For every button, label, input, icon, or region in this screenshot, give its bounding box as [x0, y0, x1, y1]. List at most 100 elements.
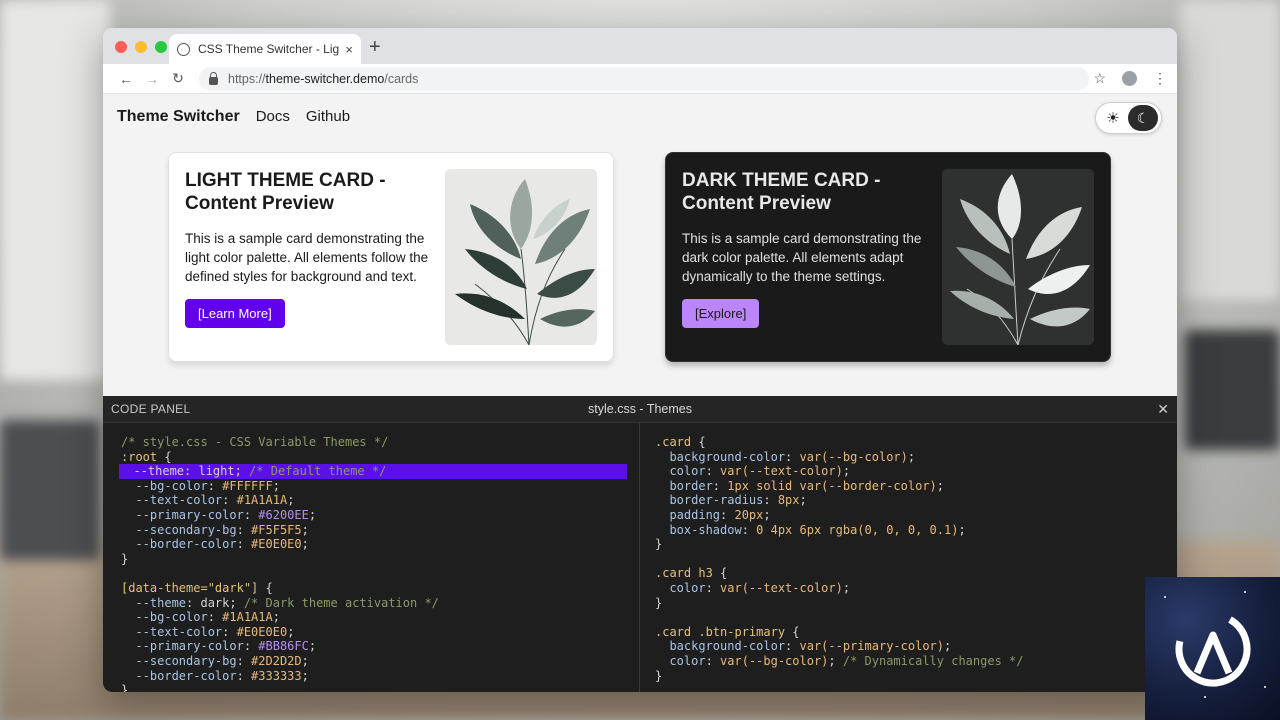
code-line: } — [121, 683, 621, 692]
code-token: :root — [121, 449, 158, 464]
code-line: --bg-color: #FFFFFF; — [121, 479, 621, 494]
code-editor-right[interactable]: .card { background-color: var(--bg-color… — [640, 423, 1177, 692]
address-bar[interactable]: https://theme-switcher.demo/cards — [199, 66, 1089, 91]
code-token: #F5F5F5 — [251, 522, 302, 537]
code-token: : — [705, 653, 721, 668]
code-token: ; — [287, 624, 295, 639]
code-token: ; — [828, 653, 843, 668]
tab-close-icon[interactable]: × — [345, 42, 353, 57]
code-token: color — [655, 464, 706, 479]
code-token: ; — [287, 493, 295, 508]
url-path: /cards — [384, 71, 419, 86]
code-token: : — [712, 478, 728, 493]
forward-arrow-icon[interactable]: → — [139, 71, 165, 87]
code-line: --text-color: #1A1A1A; — [121, 493, 621, 508]
code-token: /* Dynamically changes */ — [842, 653, 1024, 668]
code-token: ; — [301, 537, 309, 552]
code-token: #E0E0E0 — [236, 624, 288, 639]
code-line: --primary-color: #BB86FC; — [121, 639, 621, 654]
light-card-title: LIGHT THEME CARD - Content Preview — [185, 170, 386, 214]
nav-link-github[interactable]: Github — [306, 108, 350, 125]
new-tab-button[interactable]: + — [369, 36, 381, 59]
theme-toggle[interactable]: ☀ ☾ — [1095, 102, 1162, 134]
code-token: --text-color — [121, 493, 223, 508]
code-token: } — [121, 551, 129, 566]
code-token: ; — [308, 507, 317, 522]
code-token: --border-color — [121, 668, 237, 683]
code-token: : — [785, 639, 800, 654]
code-token: 8px — [777, 493, 800, 508]
code-line: } — [655, 669, 1159, 684]
code-token: --secondary-bg — [121, 522, 237, 537]
code-line: --theme: dark; /* Dark theme activation … — [121, 596, 621, 611]
code-line: --secondary-bg: #F5F5F5; — [121, 523, 621, 538]
code-line: --primary-color: #6200EE; — [121, 508, 621, 523]
maximize-window-button[interactable] — [155, 41, 167, 53]
code-token: ; — [936, 478, 944, 493]
bookmark-star-icon[interactable]: ☆ — [1093, 70, 1106, 87]
browser-tab[interactable]: CSS Theme Switcher - Light vs Dark × — [169, 34, 361, 64]
code-token: : — [207, 478, 223, 493]
learn-more-button[interactable]: [Learn More] — [185, 299, 285, 328]
code-line: background-color: var(--primary-color); — [655, 639, 1159, 654]
code-token: #2D2D2D — [251, 653, 302, 668]
menu-dots-icon[interactable]: ⋮ — [1153, 70, 1167, 87]
code-token: : — [236, 653, 252, 668]
close-window-button[interactable] — [115, 41, 127, 53]
code-line: --border-color: #E0E0E0; — [121, 537, 621, 552]
code-token: /* Dark theme activation */ — [243, 595, 439, 610]
code-token: border-radius — [655, 493, 764, 508]
sun-icon[interactable]: ☀ — [1098, 109, 1128, 127]
code-token: ; — [944, 639, 952, 654]
code-token: var(--text-color) — [720, 464, 843, 479]
title-bar: CSS Theme Switcher - Light vs Dark × + — [103, 28, 1177, 64]
code-token: { — [712, 566, 728, 581]
moon-icon[interactable]: ☾ — [1128, 105, 1158, 131]
code-token: /* style.css - CSS Variable Themes */ — [121, 435, 389, 449]
nav-link-docs[interactable]: Docs — [256, 108, 290, 125]
code-token: --primary-color — [121, 507, 244, 522]
code-panel-filename: style.css - Themes — [588, 402, 692, 416]
reload-icon[interactable]: ↻ — [165, 70, 191, 87]
code-line: color: var(--bg-color); /* Dynamically c… — [655, 654, 1159, 669]
code-token: ; — [842, 580, 851, 595]
code-token: : — [705, 464, 721, 479]
code-token: : — [705, 580, 721, 595]
code-token: : — [236, 522, 252, 537]
dark-card-title: DARK THEME CARD - Content Preview — [682, 170, 881, 214]
code-token: ; — [272, 478, 280, 493]
code-token: ; — [301, 653, 309, 668]
code-token: border — [655, 478, 713, 493]
code-token: } — [655, 668, 663, 683]
code-token: #E0E0E0 — [251, 537, 302, 552]
back-arrow-icon[interactable]: ← — [113, 71, 139, 87]
code-editor-left[interactable]: /* style.css - CSS Variable Themes */:ro… — [103, 423, 640, 692]
code-token: #6200EE — [258, 507, 309, 522]
code-token: #1A1A1A — [236, 493, 288, 508]
code-token: 0 4px 6px rgba(0, 0, 0, 0.1) — [756, 522, 959, 537]
code-line: color: var(--text-color); — [655, 464, 1159, 479]
code-token: var(--primary-color) — [799, 639, 945, 654]
profile-avatar-icon[interactable] — [1122, 71, 1137, 86]
code-token: #333333 — [251, 668, 302, 683]
brand-link[interactable]: Theme Switcher — [117, 108, 240, 126]
close-icon[interactable]: ✕ — [1157, 401, 1169, 418]
dark-theme-card: DARK THEME CARD - Content Preview This i… — [665, 152, 1111, 362]
light-theme-card: LIGHT THEME CARD - Content Preview This … — [168, 152, 614, 362]
code-line: --border-color: #333333; — [121, 669, 621, 684]
code-line: border-radius: 8px; — [655, 493, 1159, 508]
code-token: : — [741, 522, 757, 537]
explore-button[interactable]: [Explore] — [682, 299, 760, 328]
code-token: --bg-color — [121, 610, 208, 625]
leaf-illustration-light — [445, 169, 597, 345]
code-line: } — [655, 596, 1159, 611]
code-token: } — [655, 595, 663, 610]
code-token: --text-color — [121, 624, 223, 639]
code-token: : — [243, 507, 259, 522]
code-token: padding — [655, 507, 721, 522]
code-token: .card h3 — [655, 566, 713, 581]
code-token: : — [720, 507, 735, 522]
minimize-window-button[interactable] — [135, 41, 147, 53]
code-token: ; — [907, 449, 916, 464]
